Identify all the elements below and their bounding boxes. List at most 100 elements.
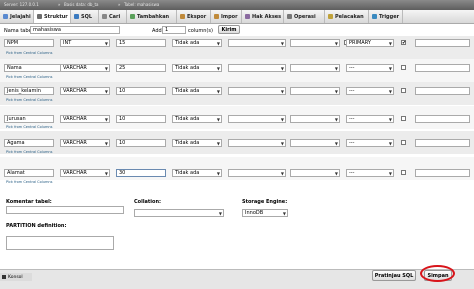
central-columns-link[interactable]: Pick from Central Columns	[6, 51, 52, 55]
column-index-select[interactable]: PRIMARY ▼	[346, 39, 394, 47]
column-type-select[interactable]: VARCHAR ▼	[60, 87, 110, 95]
column-ai-checkbox[interactable]	[401, 170, 406, 175]
column-attributes-select[interactable]: ▼	[290, 169, 340, 177]
column-comment-input[interactable]	[415, 39, 470, 47]
central-columns-link[interactable]: Pick from Central Columns	[6, 150, 52, 154]
column-index-select[interactable]: --- ▼	[346, 64, 394, 72]
column-collation-select[interactable]: ▼	[228, 39, 286, 47]
column-name-input[interactable]: Jenis_kelamin	[4, 87, 54, 95]
column-collation-select[interactable]: ▼	[228, 115, 286, 123]
column-ai-checkbox[interactable]: ✔	[401, 40, 406, 46]
tab-privileges[interactable]: Hak Akses	[242, 10, 284, 23]
column-ai-checkbox[interactable]	[401, 88, 406, 93]
column-collation-select[interactable]: ▼	[228, 87, 286, 95]
chevron-down-icon: ▼	[388, 117, 392, 122]
column-index-select[interactable]: --- ▼	[346, 87, 394, 95]
column-comment-input[interactable]	[415, 87, 470, 95]
preview-sql-button[interactable]: Pratinjau SQL	[372, 270, 416, 281]
chevron-down-icon: ▼	[104, 171, 108, 176]
central-columns-link[interactable]: Pick from Central Columns	[6, 180, 52, 184]
tab-label: Tambahkan	[137, 13, 170, 20]
breadcrumb-table[interactable]: Tabel: mahasiswa	[124, 2, 159, 7]
column-comment-input[interactable]	[415, 64, 470, 72]
partition-label: PARTITION definition:	[6, 223, 67, 229]
column-ai-checkbox[interactable]	[401, 140, 406, 145]
column-default-select[interactable]: Tidak ada ▼	[172, 39, 222, 47]
breadcrumb-server[interactable]: Server: 127.0.0.1	[4, 2, 39, 7]
column-length-input[interactable]: 10	[116, 115, 166, 123]
column-type-select[interactable]: INT ▼	[60, 39, 110, 47]
column-length-input[interactable]: 25	[116, 64, 166, 72]
table-collation-select[interactable]: ▼	[134, 209, 224, 217]
column-ai-checkbox[interactable]	[401, 116, 406, 121]
add-columns-go-button[interactable]: Kirim	[218, 25, 240, 34]
column-index-value: PRIMARY	[349, 40, 371, 46]
column-default-select[interactable]: Tidak ada ▼	[172, 139, 222, 147]
central-columns-link[interactable]: Pick from Central Columns	[6, 75, 52, 79]
chevron-down-icon: ▼	[334, 89, 338, 94]
column-length-input[interactable]: 15	[116, 39, 166, 47]
tab-label: Impor	[221, 13, 238, 20]
column-name-input[interactable]: Jurusan	[4, 115, 54, 123]
column-name-input[interactable]: NPM	[4, 39, 54, 47]
storage-engine-select[interactable]: InnoDB ▼	[242, 209, 288, 217]
partition-definition-textarea[interactable]	[6, 236, 114, 250]
column-index-select[interactable]: --- ▼	[346, 139, 394, 147]
add-columns-count[interactable]: 1	[162, 26, 186, 34]
breadcrumb-database[interactable]: Basis data: db_ta	[64, 2, 98, 7]
column-index-select[interactable]: --- ▼	[346, 115, 394, 123]
column-type-select[interactable]: VARCHAR ▼	[60, 115, 110, 123]
chevron-down-icon: ▼	[280, 117, 284, 122]
column-attributes-select[interactable]: ▼	[290, 139, 340, 147]
column-collation-select[interactable]: ▼	[228, 64, 286, 72]
column-comment-input[interactable]	[415, 115, 470, 123]
tracking-icon	[328, 14, 333, 19]
chevron-down-icon: ▼	[104, 89, 108, 94]
column-comment-input[interactable]	[415, 139, 470, 147]
column-length-input[interactable]: 10	[116, 87, 166, 95]
column-type-value: VARCHAR	[63, 140, 87, 146]
column-default-select[interactable]: Tidak ada ▼	[172, 87, 222, 95]
column-comment-input[interactable]	[415, 169, 470, 177]
chevron-down-icon: ▼	[334, 117, 338, 122]
table-comment-input[interactable]	[6, 206, 124, 214]
tab-trigger[interactable]: Trigger	[369, 10, 403, 23]
column-length-input[interactable]: 10	[116, 139, 166, 147]
sql-icon	[74, 14, 79, 19]
column-name-input[interactable]: Agama	[4, 139, 54, 147]
column-name-input[interactable]: Alamat	[4, 169, 54, 177]
column-ai-checkbox[interactable]	[401, 65, 406, 70]
column-type-select[interactable]: VARCHAR ▼	[60, 169, 110, 177]
tab-import[interactable]: Impor	[211, 10, 242, 23]
tab-export[interactable]: Ekspor	[177, 10, 211, 23]
column-default-select[interactable]: Tidak ada ▼	[172, 64, 222, 72]
breadcrumb-separator: »	[58, 2, 61, 7]
tab-search[interactable]: Cari	[99, 10, 127, 23]
column-attributes-select[interactable]: ▼	[290, 87, 340, 95]
column-default-value: Tidak ada	[175, 88, 200, 94]
column-type-select[interactable]: VARCHAR ▼	[60, 64, 110, 72]
tab-operations[interactable]: Operasi	[284, 10, 325, 23]
column-attributes-select[interactable]: ▼	[290, 115, 340, 123]
tab-tracking[interactable]: Pelacakan	[325, 10, 369, 23]
tab-structure[interactable]: Struktur	[34, 10, 71, 23]
column-length-input[interactable]: 30	[116, 169, 166, 177]
column-default-select[interactable]: Tidak ada ▼	[172, 115, 222, 123]
column-attributes-select[interactable]: ▼	[290, 39, 340, 47]
central-columns-link[interactable]: Pick from Central Columns	[6, 125, 52, 129]
console-toggle[interactable]: Konsol	[0, 273, 32, 281]
tab-insert[interactable]: Tambahkan	[127, 10, 177, 23]
column-collation-select[interactable]: ▼	[228, 169, 286, 177]
column-index-select[interactable]: --- ▼	[346, 169, 394, 177]
column-default-select[interactable]: Tidak ada ▼	[172, 169, 222, 177]
table-name-input[interactable]: mahasiswa	[30, 26, 120, 34]
chevron-down-icon: ▼	[388, 171, 392, 176]
column-collation-select[interactable]: ▼	[228, 139, 286, 147]
column-attributes-select[interactable]: ▼	[290, 64, 340, 72]
tab-browse[interactable]: Jelajahi	[0, 10, 34, 23]
chevron-down-icon: ▼	[104, 41, 108, 46]
column-index-value: ---	[349, 140, 355, 146]
column-type-select[interactable]: VARCHAR ▼	[60, 139, 110, 147]
tab-sql[interactable]: SQL	[71, 10, 99, 23]
central-columns-link[interactable]: Pick from Central Columns	[6, 98, 52, 102]
